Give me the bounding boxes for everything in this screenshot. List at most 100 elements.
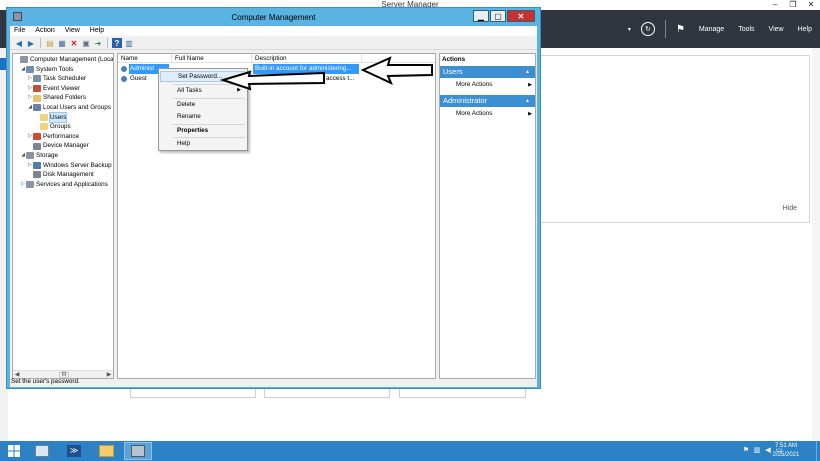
tree-item-label: Groups xyxy=(50,123,71,131)
tree-item-label: Shared Folders xyxy=(43,94,87,102)
show-hide-tree-icon[interactable]: ▦ xyxy=(57,38,67,48)
tree-item-label: Event Viewer xyxy=(43,84,80,92)
flag-icon[interactable]: ⚑ xyxy=(742,446,750,455)
all-tasks-item[interactable]: All Tasks ▶ xyxy=(160,85,246,96)
help-menu[interactable]: Help xyxy=(798,26,812,33)
tools-menu[interactable]: Tools xyxy=(738,26,754,33)
collapse-icon[interactable]: ▲ xyxy=(525,95,530,107)
actions-section-users[interactable]: Users ▲ xyxy=(440,66,535,78)
clock[interactable]: 7:51 AM 2/25/2021 xyxy=(766,442,806,459)
tree-item-label: System Tools xyxy=(36,65,74,73)
tree-item[interactable]: Device Manager xyxy=(27,141,89,151)
tree-item[interactable]: ▷ Shared Folders xyxy=(27,93,86,103)
server-manager-window-controls: – ❐ ✕ xyxy=(766,0,820,10)
cm-body: File Action View Help ◀ ▶ ▤ ▦ ✕ ▣ ➜ ? ▥ … xyxy=(10,26,537,387)
properties-item[interactable]: Properties xyxy=(160,125,246,136)
computer-management-icon xyxy=(131,445,145,457)
tree-item-label: Storage xyxy=(36,152,59,159)
start-button[interactable] xyxy=(4,442,24,460)
menu-help[interactable]: Help xyxy=(90,26,104,36)
manage-menu[interactable]: Manage xyxy=(699,26,724,33)
scroll-right-icon[interactable]: ▶ xyxy=(105,371,113,378)
show-action-pane-icon[interactable]: ▥ xyxy=(124,38,134,48)
refresh-icon[interactable]: ↻ xyxy=(640,22,655,36)
tree-item[interactable]: Computer Management (Local xyxy=(14,55,114,65)
minimize-button[interactable]: – xyxy=(766,0,784,10)
menu-view[interactable]: View xyxy=(65,26,80,36)
tree-item[interactable]: ▷ Services and Applications xyxy=(20,180,108,190)
actions-pane: Actions Users ▲ More Actions ▶ Administr… xyxy=(439,53,536,379)
tree-item[interactable]: ▷ Task Scheduler xyxy=(27,74,86,84)
tree-node-icon xyxy=(20,56,28,64)
network-icon[interactable]: ▥ xyxy=(753,446,761,455)
hide-link[interactable]: Hide xyxy=(783,205,797,212)
show-desktop-button[interactable] xyxy=(816,441,820,461)
submenu-arrow-icon: ▶ xyxy=(237,87,241,93)
restore-button[interactable]: ❐ xyxy=(784,0,802,10)
column-full-name[interactable]: Full Name xyxy=(172,54,252,63)
status-text: Set the user's password. xyxy=(11,378,80,385)
powershell-taskbar-button[interactable]: ≫ xyxy=(62,442,86,460)
delete-item[interactable]: Delete xyxy=(160,99,246,110)
actions-title: Actions xyxy=(442,56,466,63)
status-bar xyxy=(10,381,537,387)
maximize-button[interactable]: ▢ xyxy=(490,10,506,22)
menu-file[interactable]: File xyxy=(14,26,25,36)
more-actions-item[interactable]: More Actions ▶ xyxy=(456,80,534,90)
back-icon[interactable]: ◀ xyxy=(14,38,24,48)
context-menu: Set Password... All Tasks ▶ Delete Renam… xyxy=(158,68,248,151)
column-description[interactable]: Description xyxy=(252,54,362,63)
tree-item[interactable]: ◢ System Tools xyxy=(20,65,73,75)
tree-item[interactable]: ▷ Event Viewer xyxy=(27,84,80,94)
tree-item-label: Device Manager xyxy=(43,142,89,150)
tree-item-label: Windows Server Backup xyxy=(43,161,112,169)
taskbar: ≫ ⚑ ▥ ◀ ▭ 7:51 AM 2/25/2021 xyxy=(0,441,820,461)
tree-item-label: Computer Management (Local xyxy=(30,56,114,63)
tree-item[interactable]: ▷ Performance xyxy=(27,132,79,142)
tree-node-icon xyxy=(26,65,34,73)
windows-logo-icon xyxy=(8,445,20,457)
up-folder-icon[interactable]: ▤ xyxy=(45,38,55,48)
clock-date: 2/25/2021 xyxy=(772,451,800,458)
tree-item[interactable]: Groups xyxy=(34,122,71,132)
help-icon[interactable]: ? xyxy=(112,38,122,48)
rename-item[interactable]: Rename xyxy=(160,111,246,122)
close-button[interactable]: ✕ xyxy=(507,10,535,22)
view-menu[interactable]: View xyxy=(769,26,784,33)
file-explorer-taskbar-button[interactable] xyxy=(94,442,118,460)
set-password-item[interactable]: Set Password... xyxy=(160,71,246,82)
tree-item[interactable]: ◢ Local Users and Groups xyxy=(27,103,111,113)
tree-item[interactable]: Disk Management xyxy=(27,170,94,180)
tree-item[interactable]: Users xyxy=(34,111,68,124)
toolbar: ◀ ▶ ▤ ▦ ✕ ▣ ➜ ? ▥ xyxy=(10,37,537,50)
menu-action[interactable]: Action xyxy=(35,26,54,36)
row-description: Built-in account for guest access t... xyxy=(255,75,355,82)
row-description: Built-in account for administering... xyxy=(253,64,359,74)
close-button[interactable]: ✕ xyxy=(802,0,820,10)
forward-icon[interactable]: ▶ xyxy=(26,38,36,48)
server-manager-taskbar-button[interactable] xyxy=(30,442,54,460)
tree-node-icon xyxy=(33,75,41,83)
collapse-icon[interactable]: ▲ xyxy=(525,66,530,78)
tree-node-icon xyxy=(33,94,41,102)
export-list-icon[interactable]: ➜ xyxy=(93,38,103,48)
actions-section-administrator[interactable]: Administrator ▲ xyxy=(440,95,535,107)
tree-item[interactable]: ▷ Windows Server Backup xyxy=(27,161,112,171)
toolbar-separator xyxy=(107,38,108,48)
console-tree: Computer Management (Local ◢ System Tools ▷… xyxy=(12,53,114,379)
more-actions-item[interactable]: More Actions ▶ xyxy=(456,109,534,119)
powershell-icon: ≫ xyxy=(67,445,81,457)
help-item[interactable]: Help xyxy=(160,138,246,149)
dropdown-icon[interactable]: ▾ xyxy=(628,26,631,33)
properties-icon[interactable]: ▣ xyxy=(81,38,91,48)
cm-titlebar[interactable]: Computer Management ▁ ▢ ✕ xyxy=(7,8,540,25)
submenu-arrow-icon: ▶ xyxy=(528,111,532,117)
minimize-button[interactable]: ▁ xyxy=(473,10,489,22)
scrollbar[interactable] xyxy=(812,48,820,441)
tree-item[interactable]: ◢ Storage xyxy=(20,151,58,161)
column-name[interactable]: Name xyxy=(118,54,172,63)
computer-management-taskbar-button[interactable] xyxy=(124,442,152,460)
flag-icon[interactable]: ⚑ xyxy=(676,24,685,35)
tree-node-icon xyxy=(33,133,41,141)
delete-icon[interactable]: ✕ xyxy=(69,38,79,48)
